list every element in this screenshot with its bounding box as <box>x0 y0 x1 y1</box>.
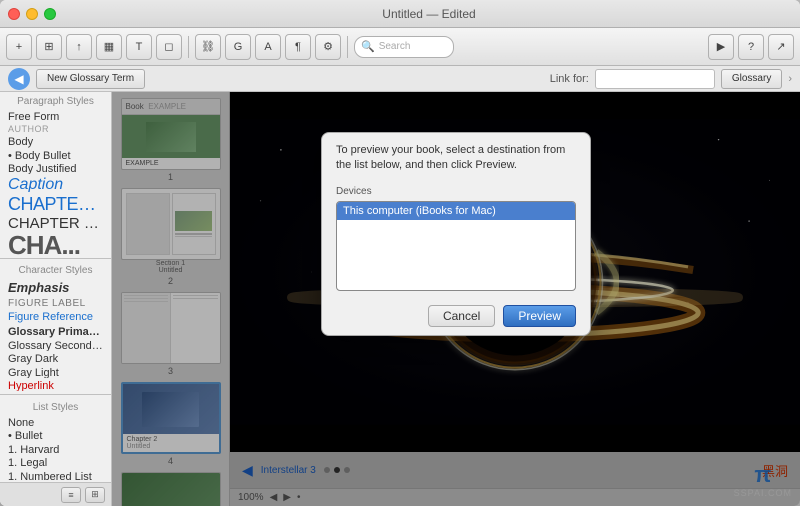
style-emphasis[interactable]: Emphasis <box>0 278 111 297</box>
modal-instruction: To preview your book, select a destinati… <box>322 133 590 180</box>
devices-listbox[interactable]: This computer (iBooks for Mac) <box>336 201 576 291</box>
help-button[interactable]: ? <box>738 34 764 60</box>
nav-icon[interactable]: ◀ <box>8 68 30 90</box>
sep1 <box>188 36 189 58</box>
device-this-computer[interactable]: This computer (iBooks for Mac) <box>337 202 575 220</box>
app-window: Untitled — Edited + ⊞ ↑ ▦ T ◻ ⛓ G A ¶ ⚙ … <box>0 0 800 506</box>
paragraph-styles-label: Paragraph Styles <box>0 92 111 109</box>
view-button[interactable]: ⊞ <box>36 34 62 60</box>
style-numbered[interactable]: 1. Numbered List <box>0 469 111 482</box>
style-bullet[interactable]: • Bullet <box>0 428 111 441</box>
style-hyperlink[interactable]: Hyperlink <box>0 378 111 391</box>
style-body-justified[interactable]: Body Justified <box>0 161 111 174</box>
style-none[interactable]: None <box>0 415 111 428</box>
body-layout: Paragraph Styles Free Form AUTHOR Body •… <box>0 92 800 506</box>
list-styles-label: List Styles <box>0 398 111 415</box>
search-icon: 🔍 <box>361 40 375 53</box>
modal-footer: Cancel Preview <box>322 297 590 335</box>
table-button[interactable]: ▦ <box>96 34 122 60</box>
style-chapter-nu[interactable]: CHAPTER NU... <box>0 213 111 230</box>
style-body[interactable]: Body <box>0 134 111 147</box>
style-cha-large[interactable]: CHA... <box>0 230 111 254</box>
character-styles-label: Character Styles <box>0 261 111 278</box>
preview-button[interactable]: ▶ <box>708 34 734 60</box>
maximize-button[interactable] <box>44 8 56 20</box>
preview-button[interactable]: Preview <box>503 305 576 327</box>
divider2 <box>0 394 111 395</box>
cancel-button[interactable]: Cancel <box>428 305 495 327</box>
list-view-btn[interactable]: ≡ <box>61 487 81 503</box>
style-glossary-secondary[interactable]: Glossary Secondary ... <box>0 338 111 351</box>
link-button[interactable]: ⛓ <box>195 34 221 60</box>
format-button[interactable]: ¶ <box>285 34 311 60</box>
arrow-right: › <box>788 73 792 85</box>
grid-view-btn[interactable]: ⊞ <box>85 487 105 503</box>
modal-overlay: To preview your book, select a destinati… <box>112 92 800 506</box>
minimize-button[interactable] <box>26 8 38 20</box>
link-input[interactable] <box>595 69 715 89</box>
style-caption[interactable]: Caption <box>0 174 111 192</box>
glossary-button[interactable]: G <box>225 34 251 60</box>
style-gray-dark[interactable]: Gray Dark <box>0 351 111 364</box>
search-placeholder: Search <box>379 41 411 52</box>
style-figure-ref[interactable]: Figure Reference <box>0 310 111 324</box>
style-chapter-n[interactable]: CHAPTER N... <box>0 192 111 212</box>
preview-device-modal: To preview your book, select a destinati… <box>321 132 591 336</box>
right-area: Book EXAMPLE EXAMPLE 1 <box>112 92 800 506</box>
sep2 <box>347 36 348 58</box>
new-glossary-term-button[interactable]: New Glossary Term <box>36 69 145 89</box>
close-button[interactable] <box>8 8 20 20</box>
glossary-toolbar: ◀ New Glossary Term Link for: Glossary › <box>0 66 800 92</box>
style-figure-label[interactable]: FIGURE LABEL <box>0 297 111 310</box>
traffic-lights <box>8 8 56 20</box>
style-glossary-primary[interactable]: Glossary Primary Def... <box>0 324 111 337</box>
styles-panel: Paragraph Styles Free Form AUTHOR Body •… <box>0 92 112 506</box>
link-for-label: Link for: <box>550 73 589 85</box>
titlebar: Untitled — Edited <box>0 0 800 28</box>
divider1 <box>0 258 111 259</box>
glossary-tab-button[interactable]: Glossary <box>721 69 782 89</box>
style-gray-light[interactable]: Gray Light <box>0 365 111 378</box>
import-button[interactable]: ↑ <box>66 34 92 60</box>
add-button[interactable]: + <box>6 34 32 60</box>
main-toolbar: + ⊞ ↑ ▦ T ◻ ⛓ G A ¶ ⚙ 🔍 Search ▶ ? ↗ <box>0 28 800 66</box>
font-button[interactable]: A <box>255 34 281 60</box>
style-body-bullet[interactable]: • Body Bullet <box>0 148 111 161</box>
sidebar-footer: ≡ ⊞ <box>0 482 111 506</box>
style-legal[interactable]: 1. Legal <box>0 455 111 468</box>
modal-body: Devices This computer (iBooks for Mac) <box>322 180 590 297</box>
style-harvard[interactable]: 1. Harvard <box>0 442 111 455</box>
style-author-header: AUTHOR <box>0 122 111 134</box>
device-empty-2[interactable] <box>337 226 575 232</box>
window-title: Untitled — Edited <box>66 7 792 21</box>
shape-button[interactable]: T <box>126 34 152 60</box>
devices-label: Devices <box>336 186 576 197</box>
chart-button[interactable]: ◻ <box>156 34 182 60</box>
settings-button[interactable]: ⚙ <box>315 34 341 60</box>
style-free-form[interactable]: Free Form <box>0 109 111 122</box>
share-button[interactable]: ↗ <box>768 34 794 60</box>
search-bar[interactable]: 🔍 Search <box>354 36 454 58</box>
